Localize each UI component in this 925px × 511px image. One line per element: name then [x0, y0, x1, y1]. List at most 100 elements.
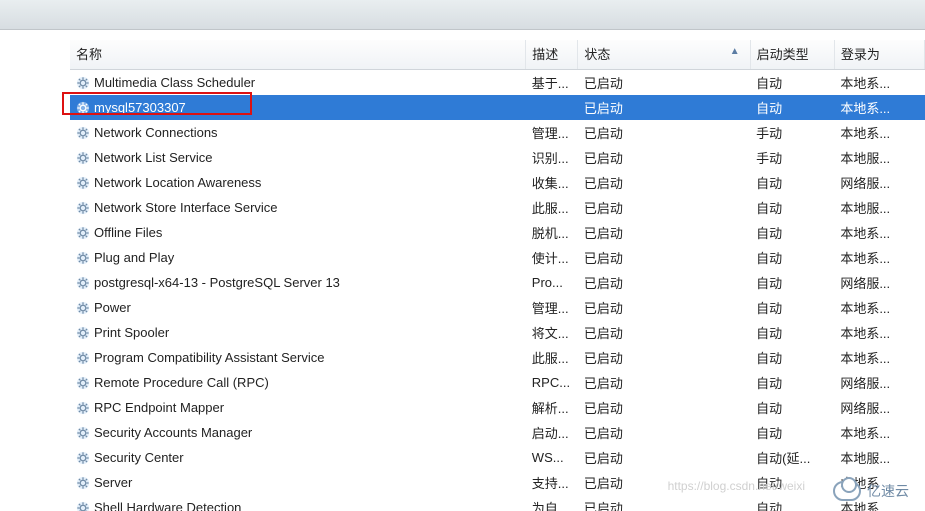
service-state-cell: 已启动 [578, 70, 750, 96]
service-row[interactable]: Remote Procedure Call (RPC)RPC...已启动自动网络… [70, 370, 925, 395]
service-desc-cell: 识别... [526, 145, 578, 170]
service-name-label: Shell Hardware Detection [94, 500, 241, 511]
service-name-label: Plug and Play [94, 250, 174, 265]
service-state-cell: 已启动 [578, 95, 750, 120]
service-row[interactable]: Network Connections管理...已启动手动本地系... [70, 120, 925, 145]
service-name-cell[interactable]: RPC Endpoint Mapper [70, 395, 526, 420]
service-gear-icon [76, 151, 90, 165]
service-name-cell[interactable]: Security Center [70, 445, 526, 470]
column-header-state[interactable]: 状态 ▲ [578, 40, 750, 70]
service-row[interactable]: postgresql-x64-13 - PostgreSQL Server 13… [70, 270, 925, 295]
service-startup-cell: 自动 [750, 420, 834, 445]
service-desc-cell: RPC... [526, 370, 578, 395]
service-row[interactable]: Server支持...已启动自动本地系 [70, 470, 925, 495]
service-startup-cell: 自动 [750, 345, 834, 370]
service-logon-cell: 本地系... [834, 295, 924, 320]
service-desc-cell: 此服... [526, 345, 578, 370]
service-state-cell: 已启动 [578, 295, 750, 320]
service-desc-cell: Pro... [526, 270, 578, 295]
column-header-state-label: 状态 [584, 47, 610, 62]
service-state-cell: 已启动 [578, 395, 750, 420]
service-desc-cell: 使计... [526, 245, 578, 270]
service-name-cell[interactable]: Network Connections [70, 120, 526, 145]
service-row[interactable]: Shell Hardware Detection为自...已启动自动本地系... [70, 495, 925, 511]
service-name-label: Network List Service [94, 150, 212, 165]
column-header-logon[interactable]: 登录为 [834, 40, 924, 70]
service-name-cell[interactable]: Security Accounts Manager [70, 420, 526, 445]
service-row[interactable]: RPC Endpoint Mapper解析...已启动自动网络服... [70, 395, 925, 420]
service-row[interactable]: Plug and Play使计...已启动自动本地系... [70, 245, 925, 270]
service-name-cell[interactable]: Offline Files [70, 220, 526, 245]
window-title-bar [0, 0, 925, 30]
service-name-cell[interactable]: Network Store Interface Service [70, 195, 526, 220]
service-gear-icon [76, 176, 90, 190]
service-gear-icon [76, 126, 90, 140]
service-row[interactable]: mysql57303307已启动自动本地系... [70, 95, 925, 120]
column-header-startup[interactable]: 启动类型 [750, 40, 834, 70]
service-startup-cell: 自动 [750, 220, 834, 245]
service-startup-cell: 自动 [750, 395, 834, 420]
service-state-cell: 已启动 [578, 245, 750, 270]
service-name-label: Network Store Interface Service [94, 200, 278, 215]
service-startup-cell: 自动 [750, 370, 834, 395]
service-name-label: Remote Procedure Call (RPC) [94, 375, 269, 390]
service-desc-cell: 此服... [526, 195, 578, 220]
service-row[interactable]: Print Spooler将文...已启动自动本地系... [70, 320, 925, 345]
service-logon-cell: 本地系... [834, 120, 924, 145]
service-logon-cell: 本地系... [834, 420, 924, 445]
service-row[interactable]: Network Store Interface Service此服...已启动自… [70, 195, 925, 220]
service-name-cell[interactable]: Print Spooler [70, 320, 526, 345]
service-desc-cell: 启动... [526, 420, 578, 445]
service-logon-cell: 网络服... [834, 270, 924, 295]
service-gear-icon [76, 76, 90, 90]
service-startup-cell: 自动 [750, 70, 834, 96]
service-logon-cell: 本地系... [834, 95, 924, 120]
footer-logo-text: 亿速云 [867, 481, 909, 501]
service-row[interactable]: Security CenterWS...已启动自动(延...本地服... [70, 445, 925, 470]
service-name-cell[interactable]: Program Compatibility Assistant Service [70, 345, 526, 370]
service-name-cell[interactable]: Remote Procedure Call (RPC) [70, 370, 526, 395]
service-name-cell[interactable]: Shell Hardware Detection [70, 495, 526, 511]
service-row[interactable]: Network Location Awareness收集...已启动自动网络服.… [70, 170, 925, 195]
service-name-label: Network Connections [94, 125, 218, 140]
service-desc-cell: WS... [526, 445, 578, 470]
service-state-cell: 已启动 [578, 195, 750, 220]
service-name-cell[interactable]: Server [70, 470, 526, 495]
service-logon-cell: 网络服... [834, 395, 924, 420]
service-startup-cell: 手动 [750, 145, 834, 170]
service-name-cell[interactable]: Network List Service [70, 145, 526, 170]
service-name-label: Security Center [94, 450, 184, 465]
service-name-label: Print Spooler [94, 325, 169, 340]
service-name-cell[interactable]: Network Location Awareness [70, 170, 526, 195]
service-gear-icon [76, 201, 90, 215]
service-row[interactable]: Multimedia Class Scheduler基于...已启动自动本地系.… [70, 70, 925, 96]
service-startup-cell: 自动 [750, 270, 834, 295]
service-startup-cell: 自动(延... [750, 445, 834, 470]
service-desc-cell: 支持... [526, 470, 578, 495]
service-gear-icon [76, 251, 90, 265]
column-header-desc[interactable]: 描述 [526, 40, 578, 70]
service-gear-icon [76, 401, 90, 415]
service-name-cell[interactable]: postgresql-x64-13 - PostgreSQL Server 13 [70, 270, 526, 295]
sort-ascending-icon: ▲ [730, 46, 740, 57]
footer-logo: 亿速云 [833, 481, 909, 501]
service-row[interactable]: Offline Files脱机...已启动自动本地系... [70, 220, 925, 245]
service-desc-cell: 基于... [526, 70, 578, 96]
service-logon-cell: 本地服... [834, 445, 924, 470]
service-startup-cell: 自动 [750, 320, 834, 345]
service-name-label: mysql57303307 [94, 100, 186, 115]
service-gear-icon [76, 301, 90, 315]
service-row[interactable]: Program Compatibility Assistant Service此… [70, 345, 925, 370]
service-name-label: RPC Endpoint Mapper [94, 400, 224, 415]
column-header-name[interactable]: 名称 [70, 40, 526, 70]
service-name-cell[interactable]: mysql57303307 [70, 95, 526, 120]
service-gear-icon [76, 476, 90, 490]
service-name-cell[interactable]: Power [70, 295, 526, 320]
service-name-cell[interactable]: Plug and Play [70, 245, 526, 270]
service-state-cell: 已启动 [578, 145, 750, 170]
service-row[interactable]: Power管理...已启动自动本地系... [70, 295, 925, 320]
service-name-cell[interactable]: Multimedia Class Scheduler [70, 70, 526, 96]
service-row[interactable]: Network List Service识别...已启动手动本地服... [70, 145, 925, 170]
service-row[interactable]: Security Accounts Manager启动...已启动自动本地系..… [70, 420, 925, 445]
service-name-label: Network Location Awareness [94, 175, 261, 190]
